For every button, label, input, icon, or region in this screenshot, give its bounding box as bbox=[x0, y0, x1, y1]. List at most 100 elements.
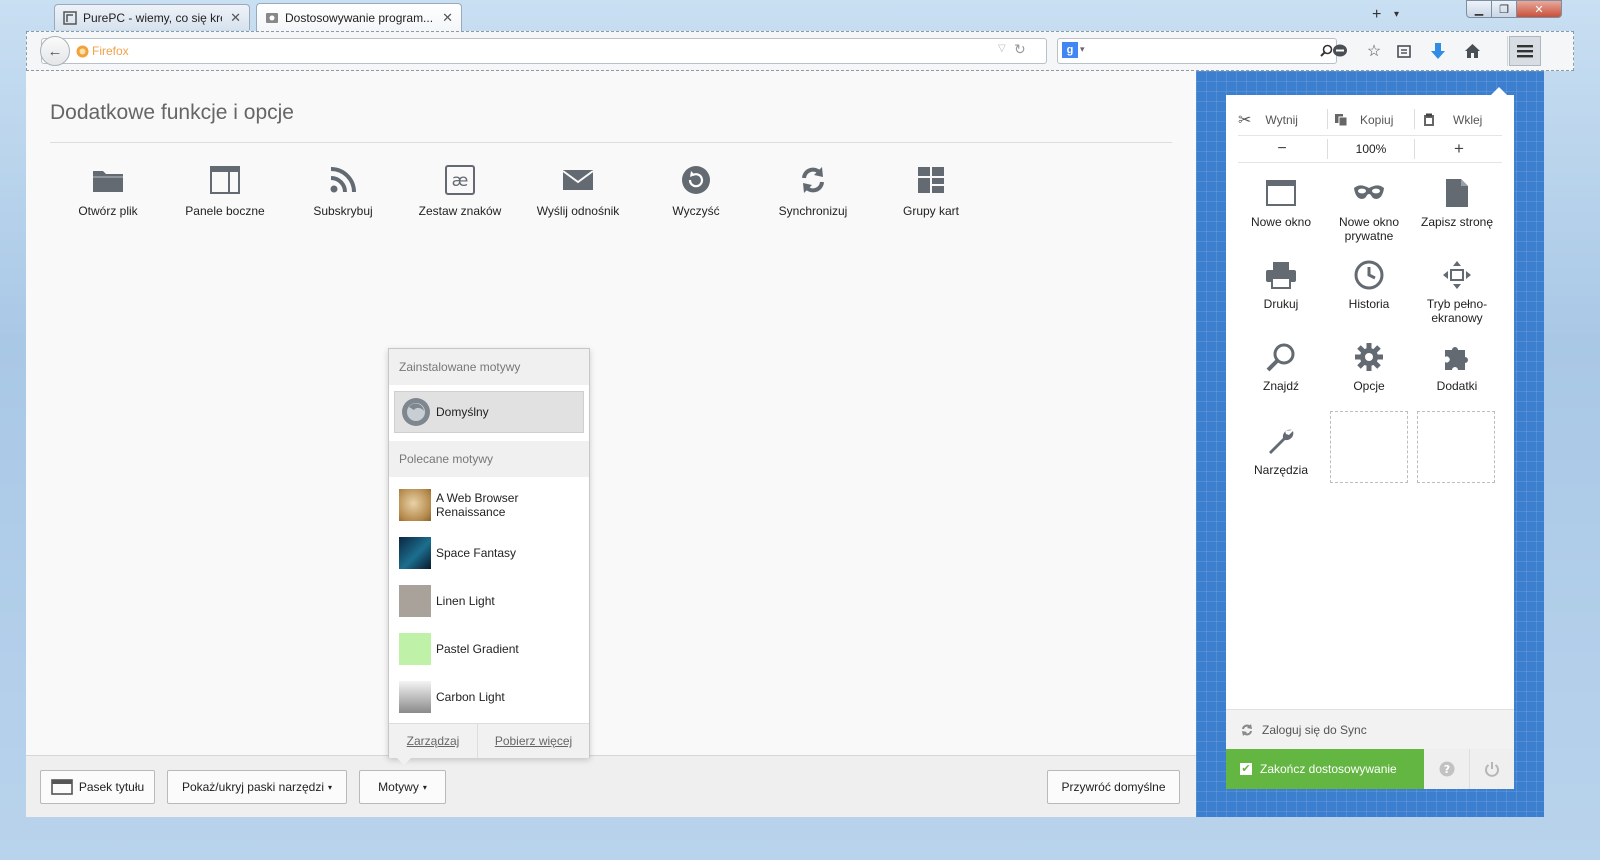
developer-tools-button[interactable]: Narzędzia bbox=[1238, 421, 1324, 477]
svg-text:?: ? bbox=[1443, 763, 1449, 776]
theme-item-linen-light[interactable]: Linen Light bbox=[399, 584, 583, 618]
renaissance-thumbnail bbox=[399, 489, 431, 521]
new-tab-icon[interactable]: + bbox=[1372, 6, 1381, 24]
panel-divider bbox=[1238, 135, 1502, 136]
themes-popup-footer: Zarządzaj Pobierz więcej bbox=[389, 723, 589, 758]
theme-item-default[interactable]: Domyślny bbox=[394, 391, 584, 433]
get-more-themes-link[interactable]: Pobierz więcej bbox=[478, 724, 589, 758]
tab-customize[interactable]: Dostosowywanie program... ✕ bbox=[256, 3, 462, 31]
history-dropdown-icon[interactable]: ▽ bbox=[998, 43, 1006, 54]
tab-list-chevron-icon[interactable]: ▾ bbox=[1394, 9, 1399, 20]
tab-label: Dostosowywanie program... bbox=[285, 10, 434, 25]
help-button[interactable]: ? bbox=[1424, 749, 1469, 789]
google-engine-icon[interactable]: g bbox=[1062, 42, 1078, 58]
addons-puzzle-icon bbox=[1445, 347, 1468, 370]
chat-hello-icon[interactable] bbox=[1329, 40, 1351, 62]
paste-button[interactable]: Wklej bbox=[1423, 107, 1503, 133]
purepc-favicon-icon bbox=[63, 10, 77, 25]
back-arrow-icon[interactable]: ← bbox=[40, 36, 70, 66]
manage-themes-link[interactable]: Zarządzaj bbox=[389, 724, 477, 758]
bookmarks-menu-icon[interactable] bbox=[1393, 40, 1415, 62]
finish-label: Zakończ dostosowywanie bbox=[1260, 762, 1397, 776]
palette-item-charset[interactable]: æ Zestaw znaków bbox=[401, 160, 519, 218]
default-theme-firefox-icon bbox=[402, 398, 430, 426]
downloads-arrow-icon[interactable] bbox=[1427, 40, 1449, 62]
quit-button[interactable] bbox=[1469, 749, 1514, 789]
firefox-identity-icon bbox=[76, 45, 89, 58]
history-button[interactable]: Historia bbox=[1326, 255, 1412, 311]
close-window-icon[interactable]: ✕ bbox=[1516, 0, 1562, 18]
reload-icon[interactable]: ↻ bbox=[1014, 41, 1026, 58]
copy-label: Kopiuj bbox=[1360, 113, 1394, 127]
title-bar-toggle-button[interactable]: Pasek tytułu bbox=[40, 770, 155, 804]
print-button[interactable]: Drukuj bbox=[1238, 255, 1324, 311]
palette-item-label: Synchronizuj bbox=[778, 204, 848, 218]
palette-item-forget[interactable]: Wyczyść bbox=[637, 160, 755, 218]
find-button[interactable]: Znajdź bbox=[1238, 337, 1324, 393]
save-page-button[interactable]: Zapisz stronę bbox=[1414, 173, 1500, 229]
theme-item-space-fantasy[interactable]: Space Fantasy bbox=[399, 536, 583, 570]
zoom-reset-button[interactable]: 100% bbox=[1328, 137, 1414, 161]
palette-item-sync[interactable]: Synchronizuj bbox=[754, 160, 872, 218]
chevron-down-icon: ▾ bbox=[422, 782, 427, 792]
restore-label: Przywróć domyślne bbox=[1061, 780, 1166, 794]
finish-customizing-button[interactable]: ✔ Zakończ dostosowywanie bbox=[1226, 749, 1424, 789]
themes-button[interactable]: Motywy ▾ bbox=[359, 770, 446, 804]
theme-item-pastel-gradient[interactable]: Pastel Gradient bbox=[399, 632, 583, 666]
restore-icon[interactable]: ❐ bbox=[1491, 0, 1517, 18]
palette-item-tab-groups[interactable]: Grupy kart bbox=[872, 160, 990, 218]
carbon-light-thumbnail bbox=[399, 681, 431, 713]
panel-divider bbox=[1238, 162, 1502, 163]
tab-purepc[interactable]: PurePC - wiemy, co się kręci! ✕ bbox=[54, 4, 250, 30]
zoom-out-button[interactable]: − bbox=[1238, 137, 1326, 161]
panel-item-label: Zapisz stronę bbox=[1420, 215, 1494, 229]
palette-item-email-link[interactable]: Wyślij odnośnik bbox=[519, 160, 637, 218]
wrench-icon bbox=[1269, 429, 1294, 454]
theme-label: Space Fantasy bbox=[436, 546, 517, 560]
palette-item-sidebars[interactable]: Panele boczne bbox=[166, 160, 284, 218]
palette-divider bbox=[50, 142, 1172, 143]
url-bar[interactable]: ← Firefox ▽ ↻ bbox=[40, 36, 1047, 66]
private-window-button[interactable]: Nowe okno prywatne bbox=[1326, 173, 1412, 243]
fullscreen-button[interactable]: Tryb pełno-ekranowy bbox=[1414, 255, 1500, 325]
options-button[interactable]: Opcje bbox=[1326, 337, 1412, 393]
bookmark-star-icon[interactable]: ☆ bbox=[1363, 40, 1385, 62]
toolbars-toggle-button[interactable]: Pokaż/ukryj paski narzędzi ▾ bbox=[167, 770, 347, 804]
theme-label: Carbon Light bbox=[436, 690, 505, 704]
home-icon[interactable] bbox=[1461, 40, 1483, 62]
theme-label: Pastel Gradient bbox=[436, 642, 519, 656]
palette-item-open-file[interactable]: Otwórz plik bbox=[49, 160, 167, 218]
power-icon bbox=[1485, 762, 1499, 777]
themes-popup: Zainstalowane motywy Domyślny Polecane m… bbox=[388, 348, 590, 758]
minimize-icon[interactable]: ▁ bbox=[1466, 0, 1492, 18]
charset-icon: æ bbox=[445, 165, 475, 195]
sync-signin-button[interactable]: Zaloguj się do Sync bbox=[1226, 709, 1514, 749]
search-bar[interactable]: g ▾ bbox=[1057, 38, 1337, 64]
space-fantasy-thumbnail bbox=[399, 537, 431, 569]
addons-button[interactable]: Dodatki bbox=[1414, 337, 1500, 393]
chevron-down-icon: ▾ bbox=[328, 782, 333, 792]
theme-label: Domyślny bbox=[436, 405, 489, 419]
sync-icon bbox=[802, 167, 824, 193]
checkmark-icon: ✔ bbox=[1240, 763, 1252, 775]
svg-text:æ: æ bbox=[452, 171, 469, 191]
cut-button[interactable]: ✂ Wytnij bbox=[1238, 107, 1326, 133]
new-window-button[interactable]: Nowe okno bbox=[1238, 173, 1324, 229]
tab-label: PurePC - wiemy, co się kręci! bbox=[83, 10, 222, 25]
palette-item-subscribe[interactable]: Subskrybuj bbox=[284, 160, 402, 218]
theme-item-renaissance[interactable]: A Web Browser Renaissance bbox=[399, 488, 583, 522]
zoom-in-button[interactable]: + bbox=[1415, 137, 1503, 161]
engine-chevron-icon[interactable]: ▾ bbox=[1080, 44, 1085, 55]
toolbars-label: Pokaż/ukryj paski narzędzi bbox=[181, 780, 325, 794]
tab-close-icon[interactable]: ✕ bbox=[230, 10, 241, 26]
tab-close-icon[interactable]: ✕ bbox=[442, 10, 453, 26]
restore-defaults-button[interactable]: Przywróć domyślne bbox=[1047, 770, 1180, 804]
panel-item-label: Dodatki bbox=[1436, 379, 1478, 393]
copy-button[interactable]: Kopiuj bbox=[1334, 107, 1418, 133]
theme-item-carbon-light[interactable]: Carbon Light bbox=[399, 680, 583, 714]
customize-favicon-icon bbox=[266, 12, 278, 23]
featured-themes-header: Polecane motywy bbox=[389, 441, 589, 477]
themes-label: Motywy bbox=[378, 780, 419, 794]
menu-hamburger-icon[interactable] bbox=[1509, 36, 1541, 66]
toolbar-divider bbox=[1507, 36, 1508, 66]
